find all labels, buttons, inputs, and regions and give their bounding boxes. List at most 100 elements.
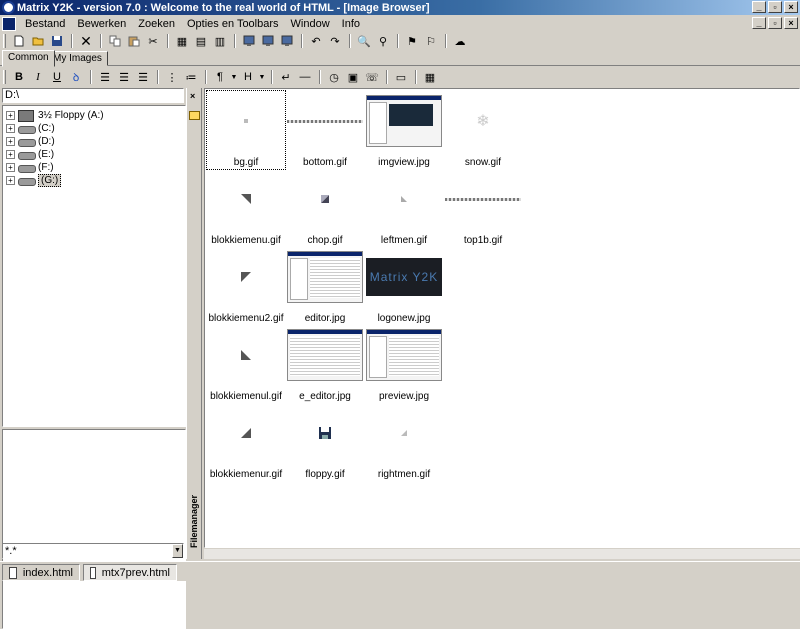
bold-button[interactable]: B <box>10 69 28 85</box>
thumbnail-blokkiemenu[interactable]: blokkiemenu.gif <box>207 169 285 247</box>
chevron-down-icon[interactable]: ▼ <box>172 544 183 558</box>
monitor-alt-icon[interactable] <box>278 33 296 49</box>
cut-icon[interactable]: ✂ <box>144 33 162 49</box>
bullet-list-icon[interactable]: ≔ <box>182 69 200 85</box>
mdi-minimize-button[interactable]: _ <box>752 17 766 29</box>
paragraph-button[interactable]: ¶ <box>211 69 229 85</box>
close-button[interactable]: × <box>784 1 798 13</box>
close-file-icon[interactable]: ✕ <box>77 33 95 49</box>
frame-icon[interactable]: ▭ <box>392 69 410 85</box>
expand-icon[interactable]: + <box>6 111 15 120</box>
tree-item-floppy[interactable]: + 3½ Floppy (A:) <box>6 109 104 122</box>
expand-icon[interactable]: + <box>6 124 15 133</box>
open-folder-icon[interactable] <box>29 33 47 49</box>
thumbnail-rightmen[interactable]: rightmen.gif <box>365 403 443 481</box>
underline-button[interactable]: U <box>48 69 66 85</box>
maximize-button[interactable]: ▫ <box>768 1 782 13</box>
tab-my-images[interactable]: My Images <box>47 51 108 66</box>
thumbnail-floppy[interactable]: floppy.gif <box>286 403 364 481</box>
document-icon[interactable] <box>2 16 16 31</box>
mdi-close-button[interactable]: × <box>784 17 798 29</box>
expand-icon[interactable]: + <box>6 176 15 185</box>
expand-icon[interactable]: + <box>6 137 15 146</box>
thumbnail-top1b[interactable]: top1b.gif <box>444 169 522 247</box>
tree-item-d[interactable]: + (D:) <box>6 135 55 148</box>
find-next-icon[interactable]: ⚲ <box>374 33 392 49</box>
path-field[interactable]: D:\ <box>2 88 184 103</box>
browser-preview-icon[interactable] <box>240 33 258 49</box>
chevron-down-icon[interactable]: ▼ <box>258 69 266 85</box>
calculator-icon[interactable]: ▦ <box>421 69 439 85</box>
find-icon[interactable]: 🔍 <box>355 33 373 49</box>
doc-tab-index[interactable]: index.html <box>2 564 80 581</box>
thumbnail-editor[interactable]: editor.jpg <box>286 247 364 325</box>
thumbnail-imgview[interactable]: imgview.jpg <box>365 91 443 169</box>
paste-icon[interactable] <box>125 33 143 49</box>
image-preview <box>241 194 251 204</box>
toolbar-grip[interactable] <box>3 34 6 48</box>
align-right-icon[interactable]: ☰ <box>134 69 152 85</box>
table-icon[interactable]: ▤ <box>192 33 210 49</box>
tree-item-g[interactable]: + (G:) <box>6 174 62 187</box>
thumbnail-logonew[interactable]: Matrix Y2K logonew.jpg <box>365 247 443 325</box>
monitor-icon[interactable] <box>259 33 277 49</box>
horizontal-scrollbar[interactable] <box>204 548 800 559</box>
chevron-down-icon[interactable]: ▼ <box>230 69 238 85</box>
ordered-list-icon[interactable]: ⋮ <box>163 69 181 85</box>
heading-button[interactable]: H <box>239 69 257 85</box>
thumbnail-e-editor[interactable]: e_editor.jpg <box>286 325 364 403</box>
redo-icon[interactable]: ↷ <box>326 33 344 49</box>
thumbnail-bottom[interactable]: bottom.gif <box>286 91 364 169</box>
expand-icon[interactable]: + <box>6 150 15 159</box>
help-icon[interactable]: ☁ <box>451 33 469 49</box>
menu-bewerken[interactable]: Bewerken <box>71 18 132 30</box>
menu-opties[interactable]: Opties en Toolbars <box>181 18 285 30</box>
drive-label: (E:) <box>38 149 55 160</box>
italic-button[interactable]: I <box>29 69 47 85</box>
close-panel-icon[interactable]: × <box>190 91 195 101</box>
folder-icon[interactable] <box>189 111 200 120</box>
align-center-icon[interactable]: ☰ <box>115 69 133 85</box>
thumbnail-blokkiemenul[interactable]: blokkiemenul.gif <box>207 325 285 403</box>
tab-common[interactable]: Common <box>2 50 55 67</box>
thumbnail-chop[interactable]: chop.gif <box>286 169 364 247</box>
copy-icon[interactable] <box>106 33 124 49</box>
thumbnail-leftmen[interactable]: leftmen.gif <box>365 169 443 247</box>
image-preview <box>287 119 363 123</box>
image-preview <box>366 329 442 381</box>
menu-window[interactable]: Window <box>285 18 336 30</box>
hard-drive-icon <box>18 176 36 186</box>
mdi-restore-button[interactable]: ▫ <box>768 17 782 29</box>
form-icon[interactable]: ▣ <box>344 69 362 85</box>
replace-all-icon[interactable]: ⚐ <box>422 33 440 49</box>
comment-icon[interactable]: ☏ <box>363 69 381 85</box>
minimize-button[interactable]: _ <box>752 1 766 13</box>
tree-item-f[interactable]: + (F:) <box>6 161 54 174</box>
thumbnail-blokkiemenu2[interactable]: blokkiemenu2.gif <box>207 247 285 325</box>
thumbnail-bg[interactable]: bg.gif <box>206 90 286 170</box>
undo-icon[interactable]: ↶ <box>307 33 325 49</box>
doc-tab-mtx7prev[interactable]: mtx7prev.html <box>83 564 177 581</box>
replace-icon[interactable]: ⚑ <box>403 33 421 49</box>
thumbnail-preview[interactable]: preview.jpg <box>365 325 443 403</box>
thumbnail-blokkiemenur[interactable]: blokkiemenur.gif <box>207 403 285 481</box>
clock-icon[interactable]: ◷ <box>325 69 343 85</box>
menu-info[interactable]: Info <box>336 18 366 30</box>
tree-item-c[interactable]: + (C:) <box>6 122 55 135</box>
file-filter[interactable]: *.* ▼ <box>2 543 184 559</box>
horizontal-rule-icon[interactable]: — <box>296 69 314 85</box>
thumbnail-snow[interactable]: ❄ snow.gif <box>444 91 522 169</box>
menu-bestand[interactable]: Bestand <box>19 18 71 30</box>
save-icon[interactable] <box>48 33 66 49</box>
tree-item-e[interactable]: + (E:) <box>6 148 54 161</box>
toolbar-grip-2[interactable] <box>3 70 6 84</box>
image-icon[interactable]: ▦ <box>173 33 191 49</box>
menu-zoeken[interactable]: Zoeken <box>132 18 181 30</box>
expand-icon[interactable]: + <box>6 163 15 172</box>
file-list[interactable] <box>2 429 186 629</box>
align-left-icon[interactable]: ☰ <box>96 69 114 85</box>
new-file-icon[interactable] <box>10 33 28 49</box>
tree-icon[interactable]: ▥ <box>211 33 229 49</box>
line-break-icon[interactable]: ↵ <box>277 69 295 85</box>
font-color-icon[interactable]: ꝺ <box>67 69 85 85</box>
